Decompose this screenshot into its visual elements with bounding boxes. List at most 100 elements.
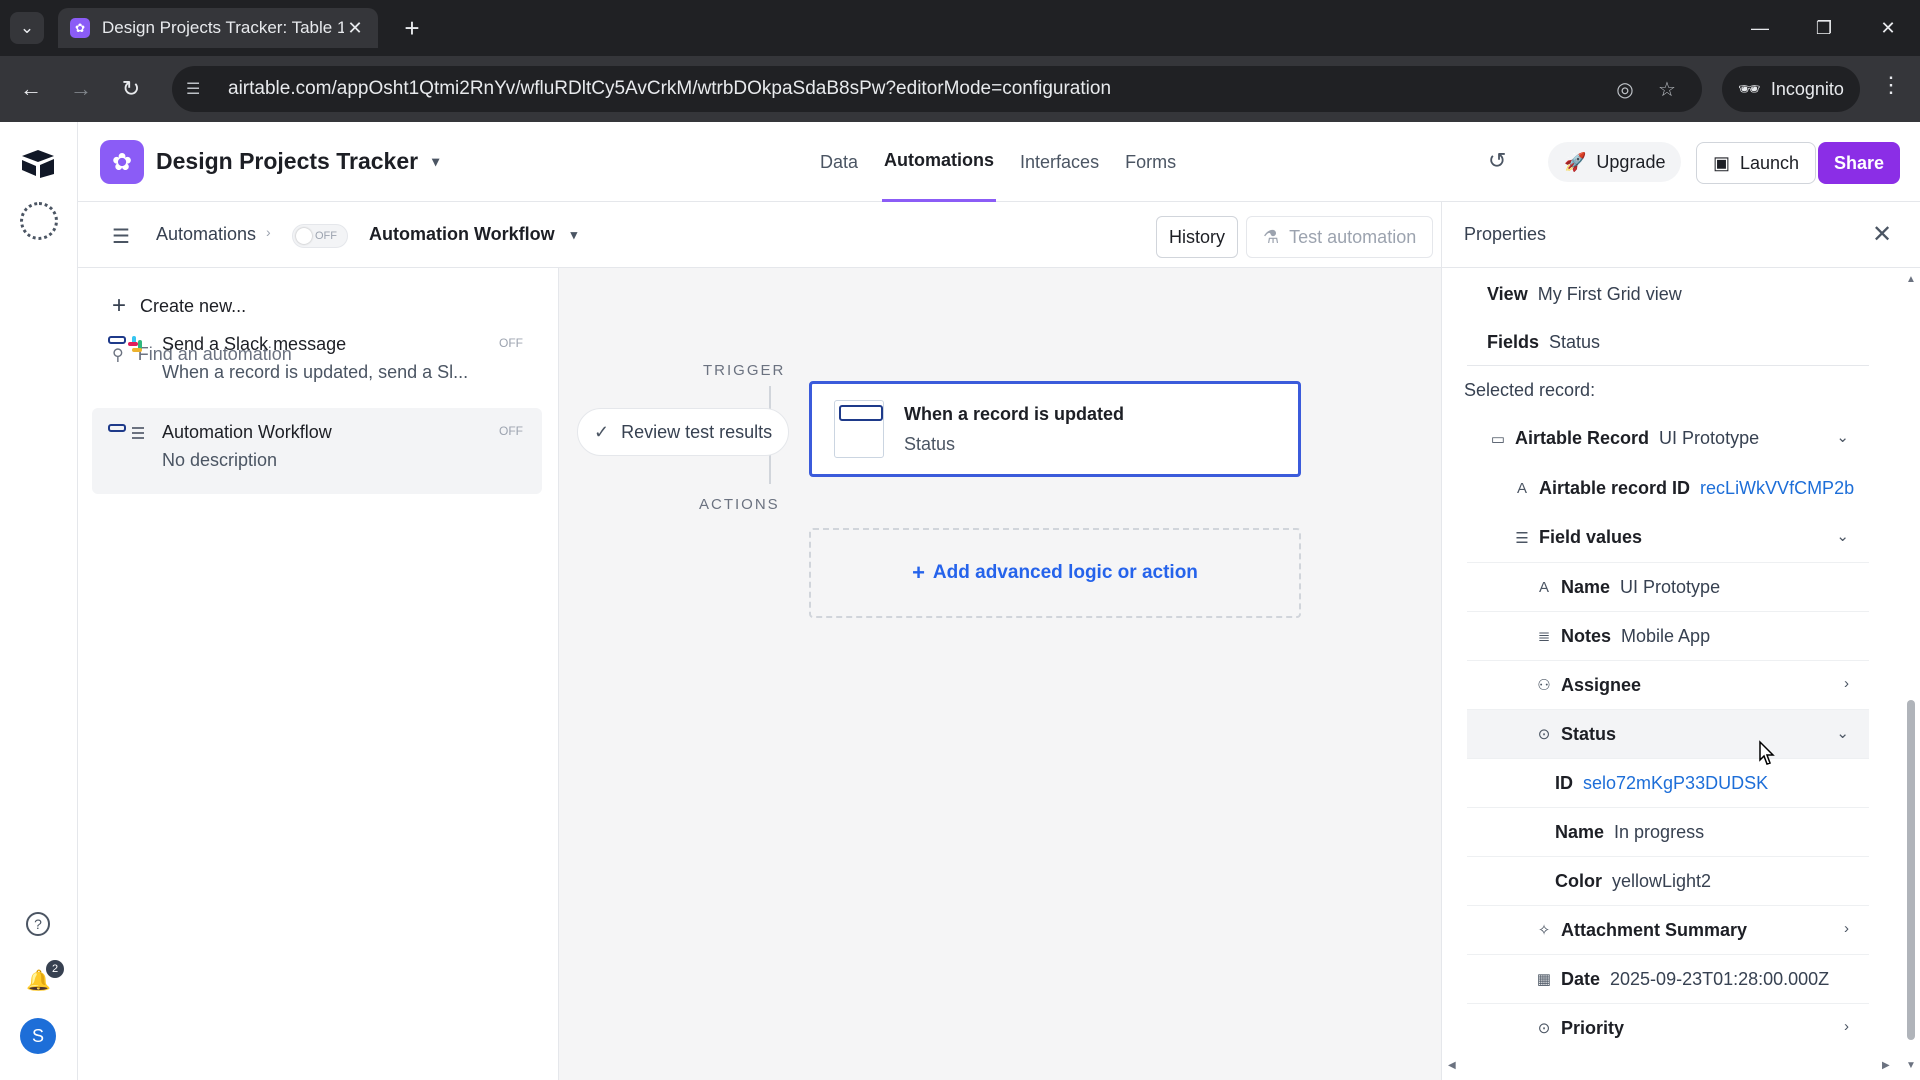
airtable-record-row[interactable]: ▭ Airtable Record UI Prototype ⌄ xyxy=(1467,414,1869,463)
chevron-down-icon: ⌄ xyxy=(19,18,35,37)
attachment-summary-row[interactable]: ✧ Attachment Summary › xyxy=(1467,905,1869,954)
chevron-down-icon: ▾ xyxy=(432,153,440,169)
incognito-label: Incognito xyxy=(1770,78,1844,99)
status-name-value: In progress xyxy=(1614,821,1705,842)
create-new-button[interactable]: + Create new... xyxy=(112,292,246,320)
new-tab-button[interactable]: + xyxy=(396,12,428,44)
browser-toolbar: ← → ↻ ☰ airtable.com/appOsht1Qtmi2RnYv/w… xyxy=(0,56,1920,122)
actions-label: ACTIONS xyxy=(699,496,780,513)
browser-menu-icon[interactable]: ⋮ xyxy=(1874,72,1908,98)
upgrade-button[interactable]: 🚀 Upgrade xyxy=(1548,142,1682,182)
automations-list: + Create new... ⚲ Find an automation Sen… xyxy=(78,268,559,1080)
trigger-title: When a record is updated xyxy=(904,404,1125,424)
text-field-icon: A xyxy=(1538,578,1549,596)
browser-tab[interactable]: ✿ Design Projects Tracker: Table 1 ✕ xyxy=(58,8,378,48)
user-icon: ⚇ xyxy=(1537,677,1551,694)
fields-row: Fields Status xyxy=(1487,318,1889,367)
notes-value: Mobile App xyxy=(1621,625,1711,646)
upgrade-label: Upgrade xyxy=(1596,151,1666,172)
tab-list-button[interactable]: ⌄ xyxy=(10,12,44,44)
launch-button[interactable]: ▣ Launch xyxy=(1696,142,1817,184)
site-info-icon[interactable]: ☰ xyxy=(186,79,212,99)
nav-automations[interactable]: Automations xyxy=(882,122,997,202)
automation-description: When a record is updated, send a Sl... xyxy=(162,362,469,382)
airtable-logo-icon[interactable] xyxy=(20,148,56,178)
plus-icon: + xyxy=(112,292,127,319)
chevron-down-icon: ⌄ xyxy=(1836,429,1849,446)
app-header: ✿ Design Projects Tracker ▾ Data Automat… xyxy=(78,122,1920,202)
reload-icon[interactable]: ↻ xyxy=(114,72,148,106)
name-key: Name xyxy=(1561,576,1611,597)
hamburger-menu-icon[interactable]: ☰ xyxy=(112,224,130,249)
assignee-row[interactable]: ⚇ Assignee › xyxy=(1467,660,1869,709)
automation-item-slack[interactable]: Send a Slack message When a record is up… xyxy=(92,320,542,406)
scroll-thumb[interactable] xyxy=(1907,700,1915,1040)
top-nav: Data Automations Interfaces Forms xyxy=(818,122,1178,202)
trigger-config-card: View My First Grid view Fields Status xyxy=(1467,270,1869,366)
test-automation-button[interactable]: ⚗ Test automation xyxy=(1246,216,1434,258)
automation-status: OFF xyxy=(499,336,523,350)
scroll-down-icon[interactable]: ▼ xyxy=(1906,1060,1916,1071)
chevron-right-icon: › xyxy=(1844,675,1849,692)
view-key: View xyxy=(1487,284,1528,304)
base-title-button[interactable]: Design Projects Tracker ▾ xyxy=(156,148,439,175)
restore-button[interactable]: ❐ xyxy=(1804,10,1844,46)
review-label: Review test results xyxy=(621,421,773,442)
status-color-key: Color xyxy=(1555,870,1602,891)
list-icon: ☰ xyxy=(1515,529,1529,547)
automation-description: No description xyxy=(162,450,278,470)
scroll-up-icon[interactable]: ▲ xyxy=(1906,274,1916,285)
scroll-right-icon[interactable]: ▶ xyxy=(1882,1060,1890,1071)
forward-icon[interactable]: → xyxy=(64,72,98,106)
launch-icon: ▣ xyxy=(1713,152,1731,173)
nav-interfaces[interactable]: Interfaces xyxy=(1018,122,1101,202)
review-test-results-button[interactable]: ✓ Review test results xyxy=(577,408,790,456)
status-id-key: ID xyxy=(1555,772,1573,793)
add-action-button[interactable]: + Add advanced logic or action xyxy=(809,528,1301,618)
help-icon[interactable]: ? xyxy=(26,912,50,936)
properties-panel: Properties ✕ View My First Grid view Fie… xyxy=(1441,202,1920,1080)
field-values-row[interactable]: ☰ Field values ⌄ xyxy=(1467,513,1869,562)
notes-row: ≣ Notes Mobile App xyxy=(1467,611,1869,660)
close-icon[interactable]: ✕ xyxy=(1872,220,1892,249)
address-bar[interactable]: ☰ airtable.com/appOsht1Qtmi2RnYv/wfluRDl… xyxy=(172,66,1702,112)
share-button[interactable]: Share xyxy=(1818,142,1900,184)
notification-badge: 2 xyxy=(46,960,64,978)
close-tab-icon[interactable]: ✕ xyxy=(344,18,366,39)
nav-forms[interactable]: Forms xyxy=(1123,122,1178,202)
incognito-indicator[interactable]: 🕶 Incognito xyxy=(1722,66,1860,112)
single-select-icon: ⊙ xyxy=(1537,1020,1551,1037)
record-updated-icon xyxy=(834,400,884,458)
breadcrumb-automations[interactable]: Automations xyxy=(156,224,256,245)
back-icon[interactable]: ← xyxy=(14,72,48,106)
minimize-button[interactable]: — xyxy=(1740,10,1780,46)
properties-scrollbar[interactable]: ▲ ▼ xyxy=(1902,268,1920,1080)
workflow-name-button[interactable]: Automation Workflow ▾ xyxy=(369,224,577,245)
base-icon[interactable]: ✿ xyxy=(100,140,144,184)
flask-icon: ⚗ xyxy=(1263,226,1280,247)
fields-key: Fields xyxy=(1487,332,1540,352)
trigger-card[interactable]: When a record is updated Status xyxy=(809,381,1301,477)
notifications-bell-icon[interactable]: 🔔 2 xyxy=(26,960,64,994)
record-id-value[interactable]: recLiWkVVfCMP2b xyxy=(1700,478,1854,499)
view-row: View My First Grid view xyxy=(1487,270,1889,319)
automation-item-workflow[interactable]: Automation Workflow No description OFF xyxy=(92,408,542,494)
revision-history-icon[interactable]: ↺ xyxy=(1488,148,1516,176)
history-button[interactable]: History xyxy=(1156,216,1239,258)
scroll-left-icon[interactable]: ◀ xyxy=(1448,1060,1456,1071)
status-id-value[interactable]: selo72mKgP33DUDSK xyxy=(1583,773,1768,794)
workflow-name: Automation Workflow xyxy=(369,224,555,244)
bookmark-star-icon[interactable]: ☆ xyxy=(1646,77,1688,102)
long-text-icon: ≣ xyxy=(1537,628,1551,645)
close-window-button[interactable]: ✕ xyxy=(1868,10,1908,46)
single-select-icon: ⊙ xyxy=(1537,726,1551,743)
automation-toggle[interactable]: OFF xyxy=(292,224,348,248)
status-row[interactable]: ⊙ Status ⌄ xyxy=(1467,709,1869,758)
eye-off-icon[interactable]: ◎ xyxy=(1604,77,1646,102)
priority-row[interactable]: ⊙ Priority › xyxy=(1467,1003,1869,1052)
mouse-pointer-icon xyxy=(1759,740,1775,765)
notes-key: Notes xyxy=(1561,625,1612,646)
nav-data[interactable]: Data xyxy=(818,122,860,202)
status-color-row: Color yellowLight2 xyxy=(1467,856,1869,905)
user-avatar[interactable]: S xyxy=(20,1018,56,1054)
